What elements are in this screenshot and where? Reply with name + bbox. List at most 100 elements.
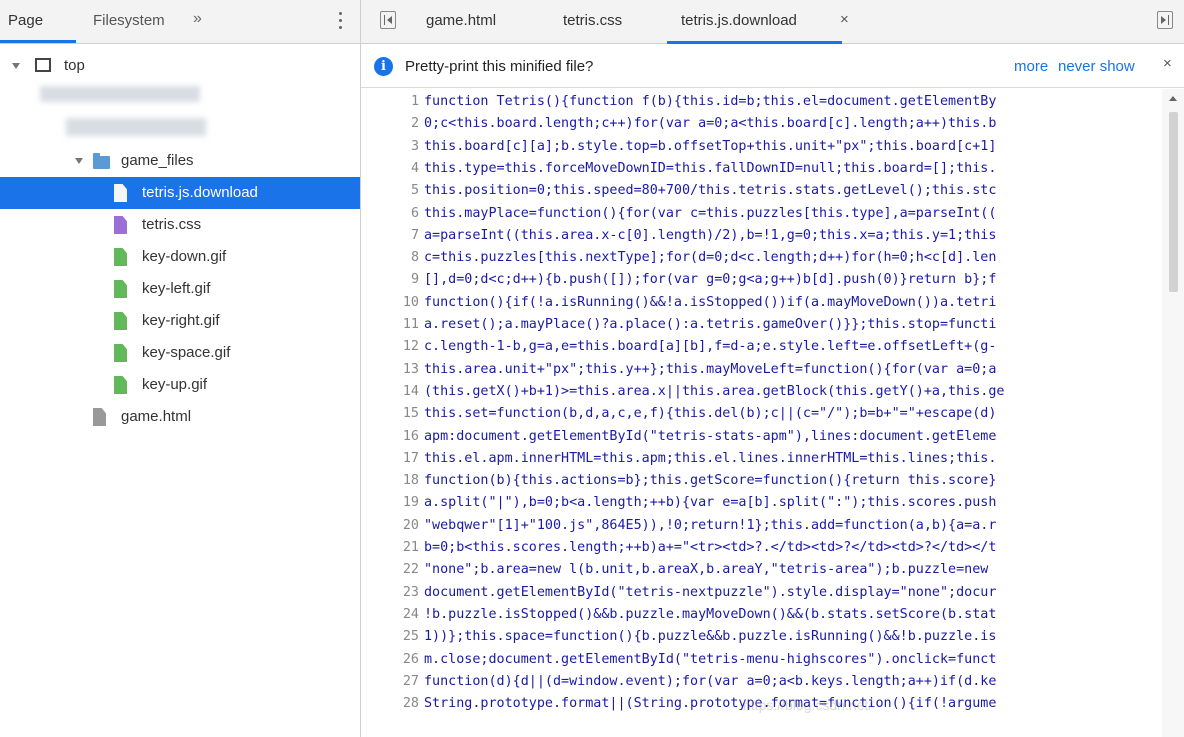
code-line[interactable]: this.set=function(b,d,a,c,e,f){this.del(… [424, 403, 1159, 425]
line-number[interactable]: 22 [363, 559, 419, 581]
code-line[interactable]: c=this.puzzles[this.nextType];for(d=0;d<… [424, 247, 1159, 269]
code-line[interactable]: function Tetris(){function f(b){this.id=… [424, 91, 1159, 113]
line-number[interactable]: 21 [363, 537, 419, 559]
tree-item-file[interactable]: key-down.gif [0, 241, 360, 273]
code-line[interactable]: function(b){this.actions=b};this.getScor… [424, 470, 1159, 492]
code-line[interactable]: !b.puzzle.isStopped()&&b.puzzle.mayMoveD… [424, 604, 1159, 626]
watermark: https://blog.csdn.net/ [743, 697, 873, 713]
never-show-link[interactable]: never show [1058, 58, 1135, 75]
more-tabs-icon[interactable]: » [193, 10, 202, 28]
tree-item-file[interactable]: tetris.js.download [0, 177, 360, 209]
line-number[interactable]: 13 [363, 359, 419, 381]
code-line[interactable]: this.position=0;this.speed=80+700/this.t… [424, 180, 1159, 202]
tree-item-label: key-space.gif [142, 344, 231, 361]
line-number[interactable]: 9 [363, 269, 419, 291]
toggle-debugger-icon[interactable] [1157, 11, 1173, 29]
tree-item-label: key-down.gif [142, 248, 227, 265]
vertical-scrollbar[interactable] [1162, 89, 1184, 737]
tab-page[interactable]: Page [8, 12, 43, 29]
tree-item-file[interactable]: key-space.gif [0, 337, 360, 369]
info-icon: i [374, 57, 393, 76]
pretty-print-infobar: i Pretty-print this minified file? more … [361, 45, 1184, 88]
close-infobar-icon[interactable]: × [1163, 55, 1172, 72]
code-line[interactable]: "webqwer"[1]+"100.js",864E5)),!0;return!… [424, 515, 1159, 537]
kebab-menu-icon[interactable] [336, 9, 346, 33]
line-number[interactable]: 4 [363, 158, 419, 180]
code-line[interactable]: apm:document.getElementById("tetris-stat… [424, 426, 1159, 448]
code-line[interactable]: [],d=0;d<c;d++){b.push([]);for(var g=0;g… [424, 269, 1159, 291]
line-number[interactable]: 14 [363, 381, 419, 403]
tree-item-game-files[interactable]: game_files [0, 145, 360, 177]
code-line[interactable]: m.close;document.getElementById("tetris-… [424, 649, 1159, 671]
tree-item-file[interactable]: tetris.css [0, 209, 360, 241]
infobar-message: Pretty-print this minified file? [405, 58, 594, 75]
line-number[interactable]: 28 [363, 693, 419, 715]
line-number[interactable]: 12 [363, 336, 419, 358]
tree-item-file[interactable]: key-right.gif [0, 305, 360, 337]
line-number[interactable]: 11 [363, 314, 419, 336]
tree-item-label: key-right.gif [142, 312, 220, 329]
line-number[interactable]: 5 [363, 180, 419, 202]
tree-item-file[interactable]: game.html [0, 401, 360, 433]
code-line[interactable]: function(d){d||(d=window.event);for(var … [424, 671, 1159, 693]
line-number[interactable]: 17 [363, 448, 419, 470]
code-line[interactable]: a=parseInt((this.area.x-c[0].length)/2),… [424, 225, 1159, 247]
file-icon-image [114, 248, 127, 266]
file-icon-image [114, 376, 127, 394]
line-number[interactable]: 6 [363, 203, 419, 225]
tree-item-file[interactable]: key-up.gif [0, 369, 360, 401]
close-tab-icon[interactable]: × [840, 11, 849, 28]
line-number[interactable]: 25 [363, 626, 419, 648]
redacted-origin [66, 118, 206, 136]
line-number[interactable]: 7 [363, 225, 419, 247]
code-line[interactable]: 1))};this.space=function(){b.puzzle&&b.p… [424, 626, 1159, 648]
code-line[interactable]: this.mayPlace=function(){for(var c=this.… [424, 203, 1159, 225]
tab-filesystem[interactable]: Filesystem [93, 12, 165, 29]
folder-icon [93, 153, 110, 169]
line-number[interactable]: 23 [363, 582, 419, 604]
line-number[interactable]: 10 [363, 292, 419, 314]
code-line[interactable]: b=0;b<this.scores.length;++b)a+="<tr><td… [424, 537, 1159, 559]
scroll-up-arrow-icon[interactable] [1169, 96, 1177, 101]
code-line[interactable]: this.type=this.forceMoveDownID=this.fall… [424, 158, 1159, 180]
tree-item-top[interactable]: top [0, 50, 360, 82]
code-line[interactable]: c.length-1-b,g=a,e=this.board[a][b],f=d-… [424, 336, 1159, 358]
more-link[interactable]: more [1014, 58, 1048, 75]
code-line[interactable]: document.getElementById("tetris-nextpuzz… [424, 582, 1159, 604]
code-line[interactable]: a.reset();a.mayPlace()?a.place():a.tetri… [424, 314, 1159, 336]
expand-triangle-icon[interactable] [12, 63, 20, 69]
code-line[interactable]: "none";b.area=new l(b.unit,b.areaX,b.are… [424, 559, 1159, 581]
line-number[interactable]: 3 [363, 136, 419, 158]
line-number[interactable]: 2 [363, 113, 419, 135]
expand-triangle-icon[interactable] [75, 158, 83, 164]
code-line[interactable]: (this.getX()+b+1)>=this.area.x||this.are… [424, 381, 1159, 403]
sources-navigator-panel: Page Filesystem » top game_files tetris.… [0, 0, 361, 737]
file-icon-document [93, 408, 106, 426]
code-line[interactable]: this.el.apm.innerHTML=this.apm;this.el.l… [424, 448, 1159, 470]
file-icon-css [114, 216, 127, 234]
code-line[interactable]: a.split("|"),b=0;b<a.length;++b){var e=a… [424, 492, 1159, 514]
code-editor[interactable]: 1 2 3 4 5 6 7 8 9 10 11 12 13 14 15 16 17 18 19 20 21 22 23 24 2… [361, 89, 1184, 737]
tree-item-file[interactable]: key-left.gif [0, 273, 360, 305]
line-number[interactable]: 20 [363, 515, 419, 537]
code-line[interactable]: this.area.unit+"px";this.y++};this.mayMo… [424, 359, 1159, 381]
tab-tetris-css[interactable]: tetris.css [563, 12, 622, 29]
code-line[interactable]: this.board[c][a];b.style.top=b.offsetTop… [424, 136, 1159, 158]
code-line[interactable]: function(){if(!a.isRunning()&&!a.isStopp… [424, 292, 1159, 314]
line-number[interactable]: 15 [363, 403, 419, 425]
line-number[interactable]: 19 [363, 492, 419, 514]
tab-tetris-js[interactable]: tetris.js.download [681, 12, 797, 29]
line-number[interactable]: 8 [363, 247, 419, 269]
line-number[interactable]: 18 [363, 470, 419, 492]
code-line[interactable]: 0;c<this.board.length;c++)for(var a=0;a<… [424, 113, 1159, 135]
line-number[interactable]: 24 [363, 604, 419, 626]
line-number[interactable]: 26 [363, 649, 419, 671]
line-number[interactable]: 27 [363, 671, 419, 693]
toggle-navigator-icon[interactable] [380, 11, 396, 29]
file-icon-image [114, 344, 127, 362]
scrollbar-thumb[interactable] [1169, 112, 1178, 292]
line-number[interactable]: 1 [363, 91, 419, 113]
line-number[interactable]: 16 [363, 426, 419, 448]
tab-game-html[interactable]: game.html [426, 12, 496, 29]
editor-tabbar: game.html tetris.css tetris.js.download … [361, 0, 1184, 44]
